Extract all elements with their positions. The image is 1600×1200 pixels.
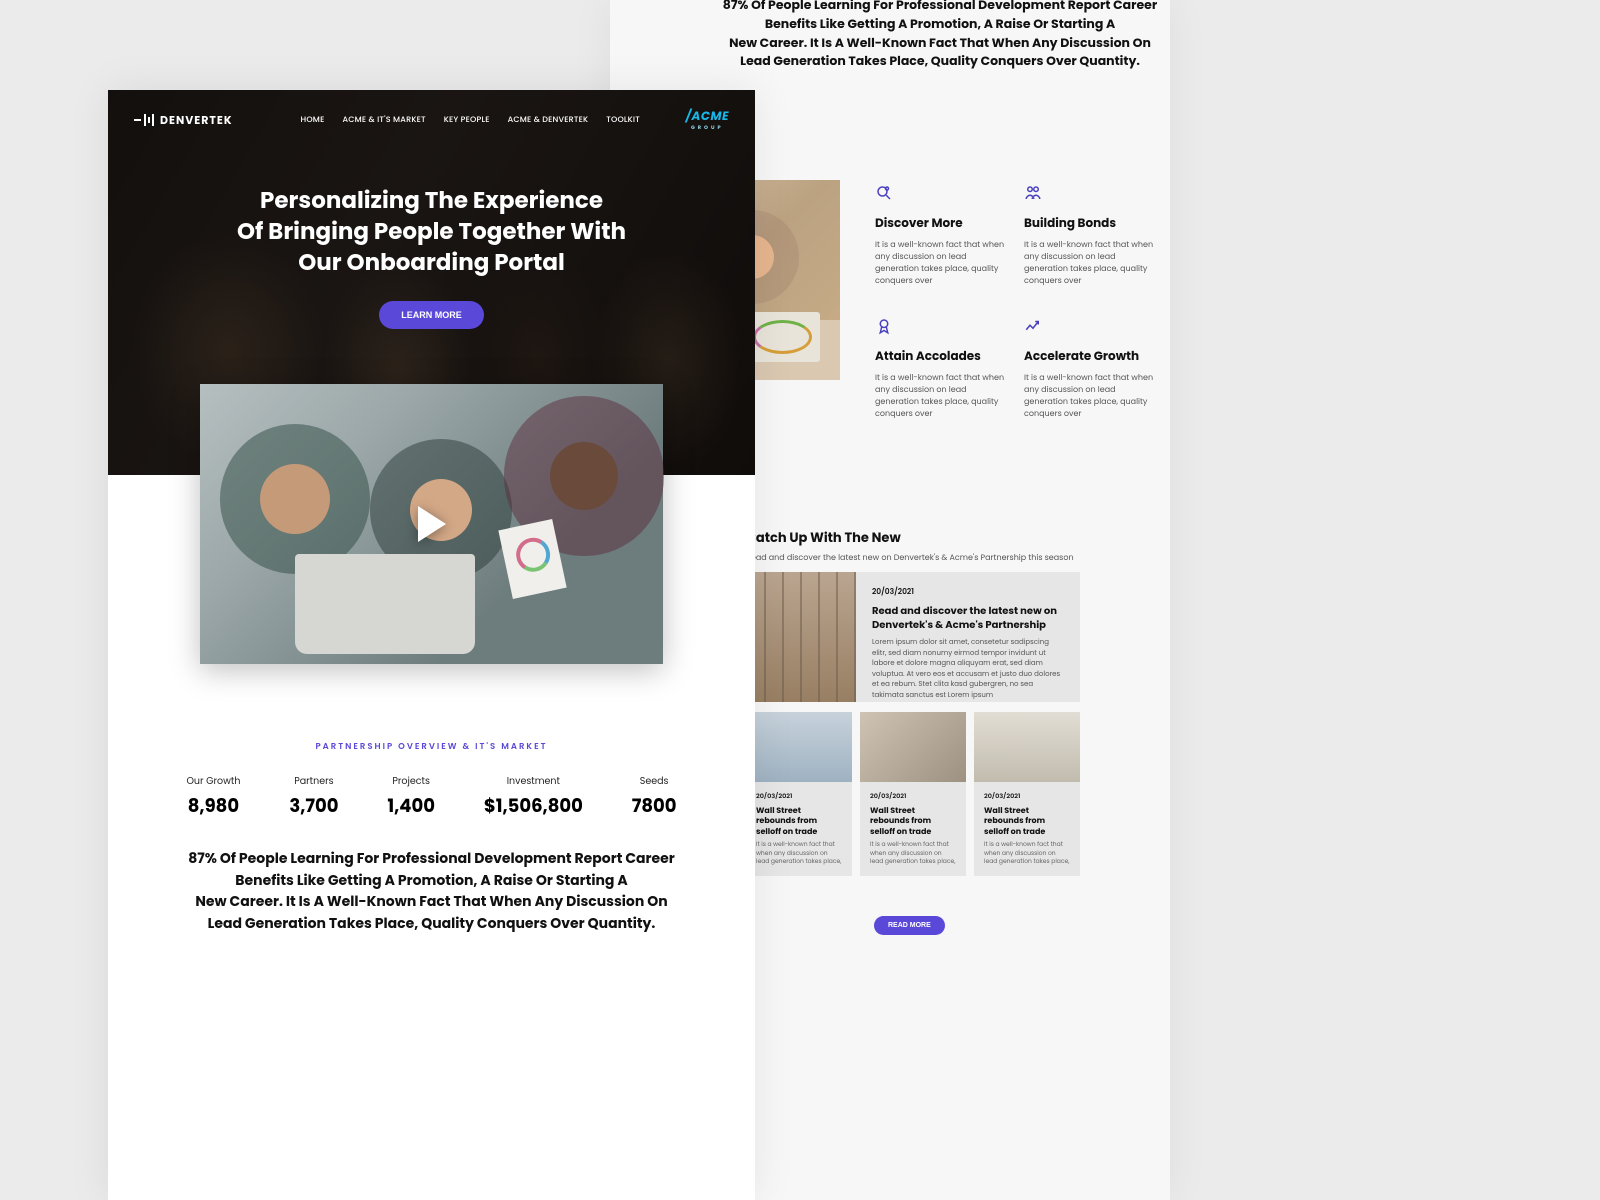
news-featured-title: Read and discover the latest new on Denv… bbox=[872, 604, 1064, 632]
partner-logo: /ACME GROUP bbox=[686, 108, 729, 132]
main-nav: HOME ACME & IT'S MARKET KEY PEOPLE ACME … bbox=[301, 114, 640, 126]
stat-label: Our Growth bbox=[186, 775, 240, 789]
stat-label: Seeds bbox=[632, 775, 677, 789]
nav-acme-market[interactable]: ACME & IT'S MARKET bbox=[342, 114, 425, 126]
logo-mark-icon bbox=[134, 114, 154, 126]
text: 87% Of People Learning For Professional … bbox=[723, 0, 1157, 14]
news-date: 20/03/2021 bbox=[984, 792, 1070, 802]
text: Of Bringing People Together With bbox=[237, 216, 626, 248]
brand-logo[interactable]: DENVERTEK bbox=[134, 112, 233, 129]
stat-investment: Investment $1,506,800 bbox=[484, 775, 583, 820]
news-card[interactable]: 20/03/2021 Wall Street rebounds from sel… bbox=[860, 712, 966, 876]
news-card-desc: It is a well-known fact that when any di… bbox=[870, 841, 956, 866]
news-card-row: 20/03/2021 Wall Street rebounds from sel… bbox=[746, 712, 1080, 876]
hero-headline: Personalizing The Experience Of Bringing… bbox=[108, 186, 755, 279]
feature-desc: It is a well-known fact that when any di… bbox=[1024, 372, 1155, 420]
growth-icon bbox=[1024, 317, 1042, 335]
news-card-desc: It is a well-known fact that when any di… bbox=[756, 841, 842, 866]
news-date: 20/03/2021 bbox=[872, 586, 1064, 598]
stats-eyebrow: PARTNERSHIP OVERVIEW & IT'S MARKET bbox=[162, 740, 701, 753]
text: New Career. It Is A Well-Known Fact That… bbox=[729, 35, 1151, 52]
hero-video[interactable] bbox=[200, 384, 663, 664]
feature-title: Accelerate Growth bbox=[1024, 348, 1155, 366]
discover-icon bbox=[875, 184, 893, 202]
rp-headline: 87% Of People Learning For Professional … bbox=[690, 0, 1190, 72]
text: 87% Of People Learning For Professional … bbox=[188, 848, 675, 868]
stat-seeds: Seeds 7800 bbox=[632, 775, 677, 820]
stat-partners: Partners 3,700 bbox=[289, 775, 338, 820]
news-featured-body: Lorem ipsum dolor sit amet, consetetur s… bbox=[872, 638, 1064, 701]
text: New Career. It Is A Well-Known Fact That… bbox=[195, 891, 667, 911]
stat-value: 1,400 bbox=[387, 793, 435, 820]
stat-projects: Projects 1,400 bbox=[387, 775, 435, 820]
hero-copy: Personalizing The Experience Of Bringing… bbox=[108, 186, 755, 329]
stat-value: 7800 bbox=[632, 793, 677, 820]
feature-growth: Accelerate Growth It is a well-known fac… bbox=[1024, 317, 1155, 420]
news-card-image bbox=[746, 712, 852, 782]
feature-desc: It is a well-known fact that when any di… bbox=[1024, 239, 1155, 287]
play-icon bbox=[418, 506, 446, 542]
text: Lead Generation Takes Place, Quality Con… bbox=[740, 53, 1140, 70]
news-featured[interactable]: 20/03/2021 Read and discover the latest … bbox=[746, 572, 1080, 702]
stats-row: Our Growth 8,980 Partners 3,700 Projects… bbox=[162, 775, 701, 820]
feature-discover: Discover More It is a well-known fact th… bbox=[875, 184, 1006, 287]
feature-title: Building Bonds bbox=[1024, 215, 1155, 233]
feature-title: Discover More bbox=[875, 215, 1006, 233]
stat-growth: Our Growth 8,980 bbox=[186, 775, 240, 820]
stat-label: Partners bbox=[289, 775, 338, 789]
news-date: 20/03/2021 bbox=[756, 792, 842, 802]
stat-label: Projects bbox=[387, 775, 435, 789]
stat-value: 8,980 bbox=[186, 793, 240, 820]
features-grid: Discover More It is a well-known fact th… bbox=[875, 184, 1155, 420]
news-card-image bbox=[860, 712, 966, 782]
text: Personalizing The Experience bbox=[260, 185, 603, 217]
stats-section: PARTNERSHIP OVERVIEW & IT'S MARKET Our G… bbox=[108, 740, 755, 935]
text: Our Onboarding Portal bbox=[298, 247, 565, 279]
stat-value: $1,506,800 bbox=[484, 793, 583, 820]
news-card-title: Wall Street rebounds from selloff on tra… bbox=[984, 806, 1070, 837]
nav-key-people[interactable]: KEY PEOPLE bbox=[444, 114, 490, 126]
text: Benefits Like Getting A Promotion, A Rai… bbox=[765, 16, 1115, 33]
news-title: Catch Up With The New bbox=[746, 528, 1074, 548]
feature-title: Attain Accolades bbox=[875, 348, 1006, 366]
stats-paragraph: 87% Of People Learning For Professional … bbox=[162, 848, 701, 935]
brand-name: DENVERTEK bbox=[160, 112, 233, 129]
accolades-icon bbox=[875, 317, 893, 335]
learn-more-button[interactable]: LEARN MORE bbox=[379, 301, 484, 329]
stat-value: 3,700 bbox=[289, 793, 338, 820]
partner-sub: GROUP bbox=[686, 124, 729, 132]
text: Benefits Like Getting A Promotion, A Rai… bbox=[235, 870, 627, 890]
news-featured-image bbox=[746, 572, 856, 702]
news-card[interactable]: 20/03/2021 Wall Street rebounds from sel… bbox=[974, 712, 1080, 876]
news-date: 20/03/2021 bbox=[870, 792, 956, 802]
news-card[interactable]: 20/03/2021 Wall Street rebounds from sel… bbox=[746, 712, 852, 876]
feature-desc: It is a well-known fact that when any di… bbox=[875, 239, 1006, 287]
news-card-image bbox=[974, 712, 1080, 782]
news-heading: Catch Up With The New Read and discover … bbox=[746, 528, 1074, 564]
partner-name: ACME bbox=[692, 108, 730, 125]
site-header: DENVERTEK HOME ACME & IT'S MARKET KEY PE… bbox=[108, 90, 755, 150]
feature-accolades: Attain Accolades It is a well-known fact… bbox=[875, 317, 1006, 420]
nav-home[interactable]: HOME bbox=[301, 114, 325, 126]
news-card-desc: It is a well-known fact that when any di… bbox=[984, 841, 1070, 866]
feature-desc: It is a well-known fact that when any di… bbox=[875, 372, 1006, 420]
text: Lead Generation Takes Place, Quality Con… bbox=[208, 913, 656, 933]
nav-partnership[interactable]: ACME & DENVERTEK bbox=[508, 114, 589, 126]
news-card-title: Wall Street rebounds from selloff on tra… bbox=[756, 806, 842, 837]
news-sub: Read and discover the latest new on Denv… bbox=[746, 552, 1074, 564]
feature-bonds: Building Bonds It is a well-known fact t… bbox=[1024, 184, 1155, 287]
nav-toolkit[interactable]: TOOLKIT bbox=[606, 114, 640, 126]
read-more-button[interactable]: READ MORE bbox=[874, 916, 945, 935]
stat-label: Investment bbox=[484, 775, 583, 789]
news-card-title: Wall Street rebounds from selloff on tra… bbox=[870, 806, 956, 837]
bonds-icon bbox=[1024, 184, 1042, 202]
primary-page: DENVERTEK HOME ACME & IT'S MARKET KEY PE… bbox=[108, 90, 755, 1200]
